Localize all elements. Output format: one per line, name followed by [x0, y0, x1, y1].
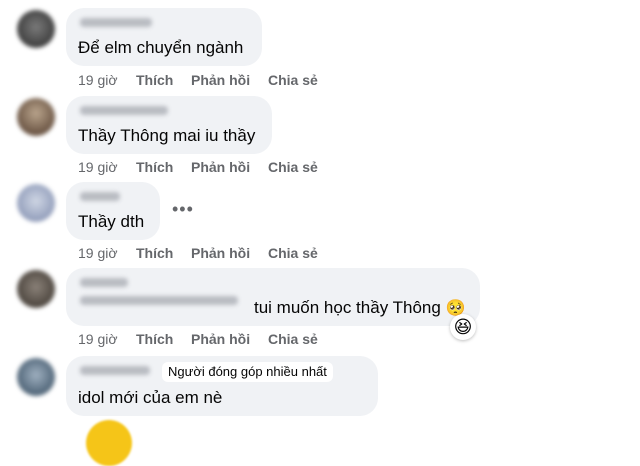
reply-button[interactable]: Phản hồi	[191, 330, 250, 348]
like-button[interactable]: Thích	[136, 330, 173, 348]
reply-button[interactable]: Phản hồi	[191, 158, 250, 176]
comment-text: Thầy Thông mai iu thầy	[78, 126, 256, 145]
more-options-icon[interactable]: •••	[172, 200, 194, 218]
comment-text: tui muốn học thầy Thông 🥺	[254, 298, 465, 319]
comment-text: Thầy dth	[78, 212, 145, 231]
timestamp[interactable]: 19 giờ	[78, 158, 118, 176]
commenter-subtitle-blurred	[80, 296, 238, 305]
like-button[interactable]: Thích	[136, 71, 173, 89]
comment-text-content: tui muốn học thầy Thông	[254, 298, 441, 317]
comment-bubble: Để elm chuyển ngành	[66, 8, 262, 66]
commenter-name-blurred[interactable]	[80, 278, 128, 287]
reply-button[interactable]: Phản hồi	[191, 244, 250, 262]
commenter-name-blurred[interactable]	[80, 18, 152, 27]
comment-bubble: Thầy dth	[66, 182, 160, 240]
commenter-name-blurred[interactable]	[80, 192, 120, 201]
comment-bubble: tui muốn học thầy Thông 🥺	[66, 268, 480, 326]
share-button[interactable]: Chia sẻ	[268, 158, 318, 176]
avatar[interactable]	[17, 270, 55, 308]
share-button[interactable]: Chia sẻ	[268, 244, 318, 262]
commenter-name-blurred[interactable]	[80, 106, 168, 115]
commenter-name-blurred[interactable]	[80, 366, 150, 375]
avatar[interactable]	[17, 98, 55, 136]
comment-bubble: Thầy Thông mai iu thầy	[66, 96, 272, 154]
like-button[interactable]: Thích	[136, 244, 173, 262]
partial-avatar	[86, 420, 132, 466]
share-button[interactable]: Chia sẻ	[268, 71, 318, 89]
avatar[interactable]	[17, 358, 55, 396]
share-button[interactable]: Chia sẻ	[268, 330, 318, 348]
reaction-emoji: 😆	[453, 317, 473, 337]
comment-text: idol mới của em nè	[78, 388, 223, 407]
reaction-laugh-icon[interactable]: 😆	[450, 314, 476, 340]
comment-text: Để elm chuyển ngành	[78, 38, 244, 57]
reply-button[interactable]: Phản hồi	[191, 71, 250, 89]
like-button[interactable]: Thích	[136, 158, 173, 176]
timestamp[interactable]: 19 giờ	[78, 244, 118, 262]
top-fan-badge: Người đóng góp nhiều nhất	[162, 362, 333, 382]
avatar[interactable]	[17, 184, 55, 222]
timestamp[interactable]: 19 giờ	[78, 71, 118, 89]
avatar[interactable]	[17, 10, 55, 48]
timestamp[interactable]: 19 giờ	[78, 330, 118, 348]
